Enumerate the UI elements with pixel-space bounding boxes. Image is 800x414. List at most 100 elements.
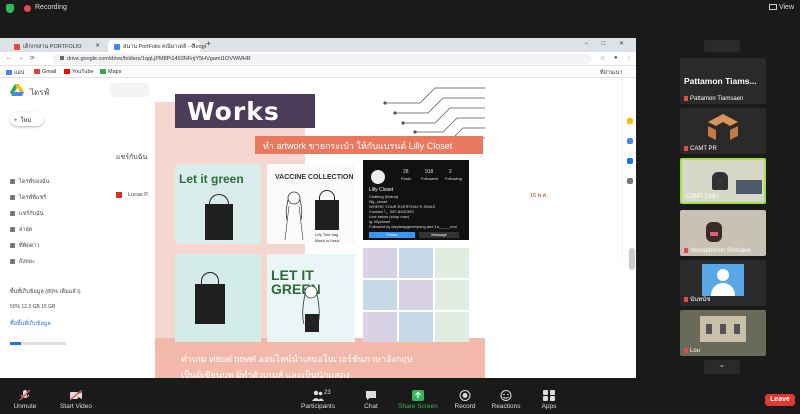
keep-icon[interactable] bbox=[627, 118, 633, 124]
close-tab-icon[interactable]: ✕ bbox=[95, 43, 100, 49]
start-video-button[interactable]: Start Video bbox=[54, 390, 98, 410]
scrollbar[interactable] bbox=[629, 248, 635, 270]
window-controls[interactable]: − □ ✕ bbox=[585, 40, 631, 47]
url-input[interactable]: drive.google.com/drive/folders/1qqLjPM8P… bbox=[52, 54, 592, 64]
reload-icon[interactable]: ⟳ bbox=[30, 55, 35, 62]
post-thumb bbox=[399, 312, 433, 342]
portfolio-slide: Works ทำ artwork ขายกระเป๋า ให้กับแบรนด์… bbox=[155, 80, 485, 378]
new-button[interactable]: + ใหม่ bbox=[10, 112, 44, 126]
drive-side-panel bbox=[622, 78, 636, 258]
folder-breadcrumb[interactable]: แชร์กับฉัน bbox=[116, 152, 147, 163]
sidebar-item-starred[interactable]: ที่ติดดาว bbox=[10, 242, 40, 250]
contacts-icon[interactable] bbox=[627, 158, 633, 164]
participant-tile[interactable]: Veeraphimon Srimalee bbox=[680, 210, 766, 256]
back-icon[interactable]: ← bbox=[6, 55, 12, 61]
window-shape bbox=[734, 324, 740, 334]
share-screen-icon bbox=[412, 390, 424, 401]
participant-tile-active[interactable]: CAMT CMU bbox=[680, 158, 766, 204]
plus-icon: + bbox=[14, 118, 18, 124]
forward-icon[interactable]: → bbox=[18, 55, 24, 61]
profile-avatar[interactable]: ● bbox=[614, 55, 618, 61]
tote-handle bbox=[209, 194, 229, 204]
posts-label: Posts bbox=[401, 176, 412, 181]
reactions-label: Reactions bbox=[491, 403, 521, 410]
bookmark-youtube[interactable]: YouTube bbox=[64, 69, 94, 75]
leave-button[interactable]: Leave bbox=[765, 394, 795, 406]
browser-tab-portfolio[interactable]: เด็กกรสาน PORTFOLIO ✕ bbox=[8, 40, 104, 52]
tote-photo-2: VACCINE COLLECTION Lilly Tote bag Black … bbox=[267, 164, 355, 244]
sidebar-label: ไดรฟ์ของฉัน bbox=[19, 179, 50, 185]
participant-tile[interactable]: นันทนัช bbox=[680, 260, 766, 306]
buy-storage-link[interactable]: ซื้อพื้นที่เก็บข้อมูล bbox=[10, 320, 51, 328]
muted-mic-icon bbox=[684, 347, 688, 353]
post-thumb bbox=[435, 248, 469, 278]
participants-count: 23 bbox=[324, 390, 331, 396]
people-icon bbox=[10, 211, 15, 217]
participants-icon bbox=[312, 390, 324, 401]
close-tab-icon[interactable]: ✕ bbox=[191, 43, 196, 49]
bag-subtitle: Black to basic bbox=[315, 238, 340, 243]
follow-button[interactable]: Follow bbox=[369, 232, 415, 238]
participant-tile[interactable]: Pattamon Tiams... Pattamon Tiamsaen bbox=[680, 58, 766, 104]
bookmark-apps[interactable]: แอป bbox=[6, 69, 24, 77]
participant-tile[interactable]: Lou bbox=[680, 310, 766, 356]
gmail-icon bbox=[34, 69, 40, 75]
apps-button[interactable]: Apps bbox=[534, 390, 564, 410]
star-icon bbox=[10, 243, 15, 249]
participants-button[interactable]: Participants 23 bbox=[296, 390, 340, 410]
tasks-icon[interactable] bbox=[627, 138, 633, 144]
sidebar-item-shared-drives[interactable]: ไดรฟ์ที่แชร์ bbox=[10, 194, 46, 202]
participant-name: Pattamon Tiamsaen bbox=[684, 95, 743, 102]
bookmark-gmail[interactable]: Gmail bbox=[34, 69, 56, 75]
tote-handle bbox=[201, 272, 219, 284]
share-screen-button[interactable]: Share Screen bbox=[396, 390, 440, 410]
post-thumb bbox=[399, 280, 433, 310]
slide-caption-line2: เป็นผู้เขียนบท ผู้ทำตัวเกมส์ และเป็นนักแ… bbox=[181, 370, 350, 378]
sidebar-item-my-drive[interactable]: ไดรฟ์ของฉัน bbox=[10, 178, 49, 186]
drive-favicon-icon bbox=[114, 43, 120, 50]
mask-shape bbox=[710, 232, 718, 236]
reactions-button[interactable]: Reactions bbox=[488, 390, 524, 410]
grid-view-icon bbox=[768, 4, 777, 11]
bookmark-maps[interactable]: Maps bbox=[100, 69, 121, 75]
chat-label: Chat bbox=[364, 403, 378, 410]
start-video-label: Start Video bbox=[59, 403, 93, 410]
slide-caption-line1: ทำเกม visual novel ออนไลน์นำเสนอในเวอร์ช… bbox=[175, 350, 445, 364]
video-off-icon bbox=[70, 390, 82, 401]
tab-label: เด็กกรสาน PORTFOLIO bbox=[23, 44, 82, 50]
reactions-icon bbox=[500, 390, 512, 401]
posts-count: 28 bbox=[403, 169, 409, 175]
star-icon[interactable]: ☆ bbox=[600, 55, 605, 62]
avatar bbox=[702, 264, 744, 296]
sidebar-item-shared-with-me[interactable]: แชร์กับฉัน bbox=[10, 210, 44, 218]
tote-photo-4: LET IT GREEN bbox=[267, 254, 355, 342]
new-tab-button[interactable]: + bbox=[206, 39, 211, 48]
tote-bag bbox=[195, 284, 225, 324]
drive-search-input[interactable] bbox=[110, 83, 150, 97]
browser-tab-drive[interactable]: สนาน PortFolio คณิษาเตลิ - Googl ✕ bbox=[108, 40, 206, 52]
record-button[interactable]: Record bbox=[450, 390, 480, 410]
view-button[interactable]: View bbox=[768, 4, 794, 11]
participant-name: CAMT CMU bbox=[686, 194, 718, 200]
participant-tile[interactable]: CAMT PR bbox=[680, 108, 766, 154]
share-screen-label: Share Screen bbox=[398, 403, 438, 410]
lock-icon bbox=[60, 56, 64, 60]
maps-icon bbox=[100, 69, 106, 75]
sidebar-item-trash[interactable]: ถังขยะ bbox=[10, 258, 35, 266]
participant-name-text: CAMT CMU bbox=[686, 194, 719, 200]
unmute-button[interactable]: Unmute bbox=[8, 390, 42, 410]
unmute-label: Unmute bbox=[13, 403, 37, 410]
sidebar-label: แชร์กับฉัน bbox=[19, 211, 44, 217]
reading-list[interactable]: ที่อ่านเนา bbox=[600, 69, 623, 77]
bag-subtitle: Lilly Tote bag bbox=[315, 232, 339, 237]
shield-icon[interactable] bbox=[6, 4, 14, 13]
chat-button[interactable]: Chat bbox=[356, 390, 386, 410]
gallery-scroll-up[interactable] bbox=[704, 40, 740, 52]
sidebar-item-recent[interactable]: ล่าสุด bbox=[10, 226, 32, 234]
trash-icon bbox=[10, 259, 15, 265]
chat-icon bbox=[366, 391, 376, 400]
gallery-scroll-down[interactable]: ⌄ bbox=[704, 360, 740, 374]
menu-icon[interactable]: ⋮ bbox=[626, 55, 632, 62]
add-addon-icon[interactable] bbox=[627, 178, 633, 184]
message-button[interactable]: Message bbox=[419, 232, 459, 238]
